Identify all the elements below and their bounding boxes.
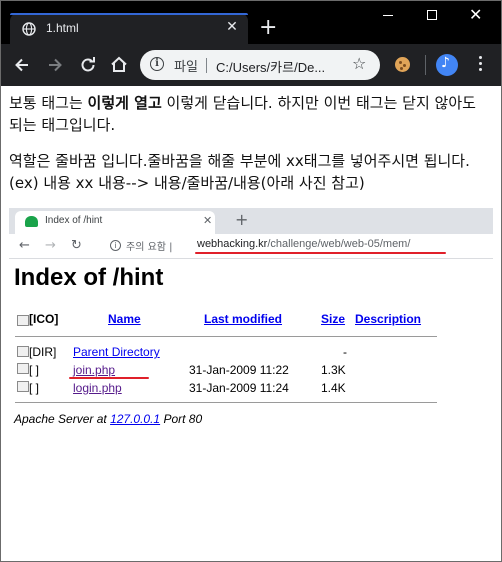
shot-url: webhacking.kr/challenge/web/web-05/mem/	[197, 238, 411, 250]
home-icon[interactable]	[109, 55, 129, 75]
red-underline-url	[195, 252, 446, 254]
shot-back-icon: ←	[19, 238, 30, 253]
col-modified: Last modified	[204, 312, 283, 326]
forward-arrow-icon[interactable]	[45, 55, 65, 75]
row-icon: [ ]	[29, 363, 40, 377]
minimize-icon[interactable]	[383, 15, 393, 16]
browser-toolbar: i 파일 C:/Users/카르/De... ☆	[0, 44, 502, 86]
shot-tab: Index of /hint ✕	[15, 211, 215, 234]
shot-tab-title: Index of /hint	[45, 215, 103, 226]
row-modified: 31-Jan-2009 11:22	[189, 363, 289, 377]
bookmark-star-icon[interactable]: ☆	[352, 54, 366, 73]
folder-icon	[17, 346, 29, 357]
shot-warning-text: 주의 요함 |	[126, 242, 173, 253]
window-close-icon[interactable]: ✕	[469, 5, 482, 24]
shot-forward-icon: →	[45, 238, 56, 253]
row-name: login.php	[73, 381, 122, 395]
row-size: -	[343, 345, 347, 359]
row-name: join.php	[73, 363, 116, 377]
title-bar: 1.html ✕ + ✕	[0, 0, 502, 44]
row-icon: [DIR]	[29, 345, 57, 359]
new-tab-button[interactable]: +	[259, 17, 277, 39]
divider-bottom	[15, 402, 437, 403]
cookie-extension-icon[interactable]	[395, 57, 410, 72]
tab-accent	[10, 13, 248, 15]
info-icon[interactable]: i	[150, 57, 164, 71]
image-icon	[17, 315, 29, 326]
reload-icon[interactable]	[78, 55, 98, 75]
menu-kebab-icon[interactable]	[479, 56, 483, 74]
shot-tab-strip: Index of /hint ✕ +	[9, 208, 493, 234]
file-scheme-label: 파일	[174, 60, 198, 75]
address-bar[interactable]: i 파일 C:/Users/카르/De... ☆	[140, 50, 380, 80]
shot-heading: Index of /hint	[14, 264, 164, 291]
col-name: Name	[108, 312, 141, 326]
close-tab-icon[interactable]: ✕	[224, 19, 240, 35]
shot-info-icon: i	[110, 240, 121, 251]
embedded-screenshot: Index of /hint ✕ + ← → ↻ i 주의 요함 | webha…	[9, 208, 493, 440]
shot-reload-icon: ↻	[71, 238, 82, 253]
paragraph-1: 보통 태그는 이렇게 열고 이렇게 닫습니다. 하지만 이번 태그는 닫지 않아…	[9, 94, 476, 134]
tab-title: 1.html	[46, 21, 79, 35]
row-size: 1.4K	[321, 381, 346, 395]
paragraph-2: 역할은 줄바꿈 입니다.줄바꿈을 해줄 부분에 xx태그를 넣어주시면 됩니다.…	[9, 152, 470, 192]
file-icon	[17, 363, 29, 374]
shot-new-tab-icon: +	[235, 210, 249, 229]
shot-close-icon: ✕	[203, 214, 213, 227]
toolbar-divider	[425, 55, 426, 75]
maximize-icon[interactable]	[427, 10, 437, 20]
row-icon: [ ]	[29, 381, 40, 395]
shot-toolbar: ← → ↻ i 주의 요함 | webhacking.kr/challenge/…	[9, 234, 493, 259]
divider-top	[15, 336, 437, 337]
back-arrow-icon[interactable]	[12, 55, 32, 75]
server-footer: Apache Server at 127.0.0.1 Port 80	[14, 412, 203, 426]
page-content: 보통 태그는 이렇게 열고 이렇게 닫습니다. 하지만 이번 태그는 닫지 않아…	[9, 92, 493, 208]
profile-avatar[interactable]	[436, 54, 458, 76]
bold-text: 이렇게 열고	[87, 94, 162, 112]
globe-icon	[22, 22, 36, 36]
col-icon: [ICO]	[29, 312, 59, 326]
row-name: Parent Directory	[73, 345, 160, 359]
col-size: Size	[321, 312, 346, 326]
row-modified: 31-Jan-2009 11:24	[189, 381, 289, 395]
address-separator	[206, 58, 207, 73]
browser-tab[interactable]: 1.html ✕	[10, 13, 248, 44]
red-underline-join	[69, 377, 149, 379]
col-description: Description	[355, 312, 422, 326]
url-text[interactable]: C:/Users/카르/De...	[216, 57, 325, 76]
file-icon	[17, 381, 29, 392]
row-size: 1.3K	[321, 363, 346, 377]
shot-favicon-icon	[25, 216, 38, 227]
